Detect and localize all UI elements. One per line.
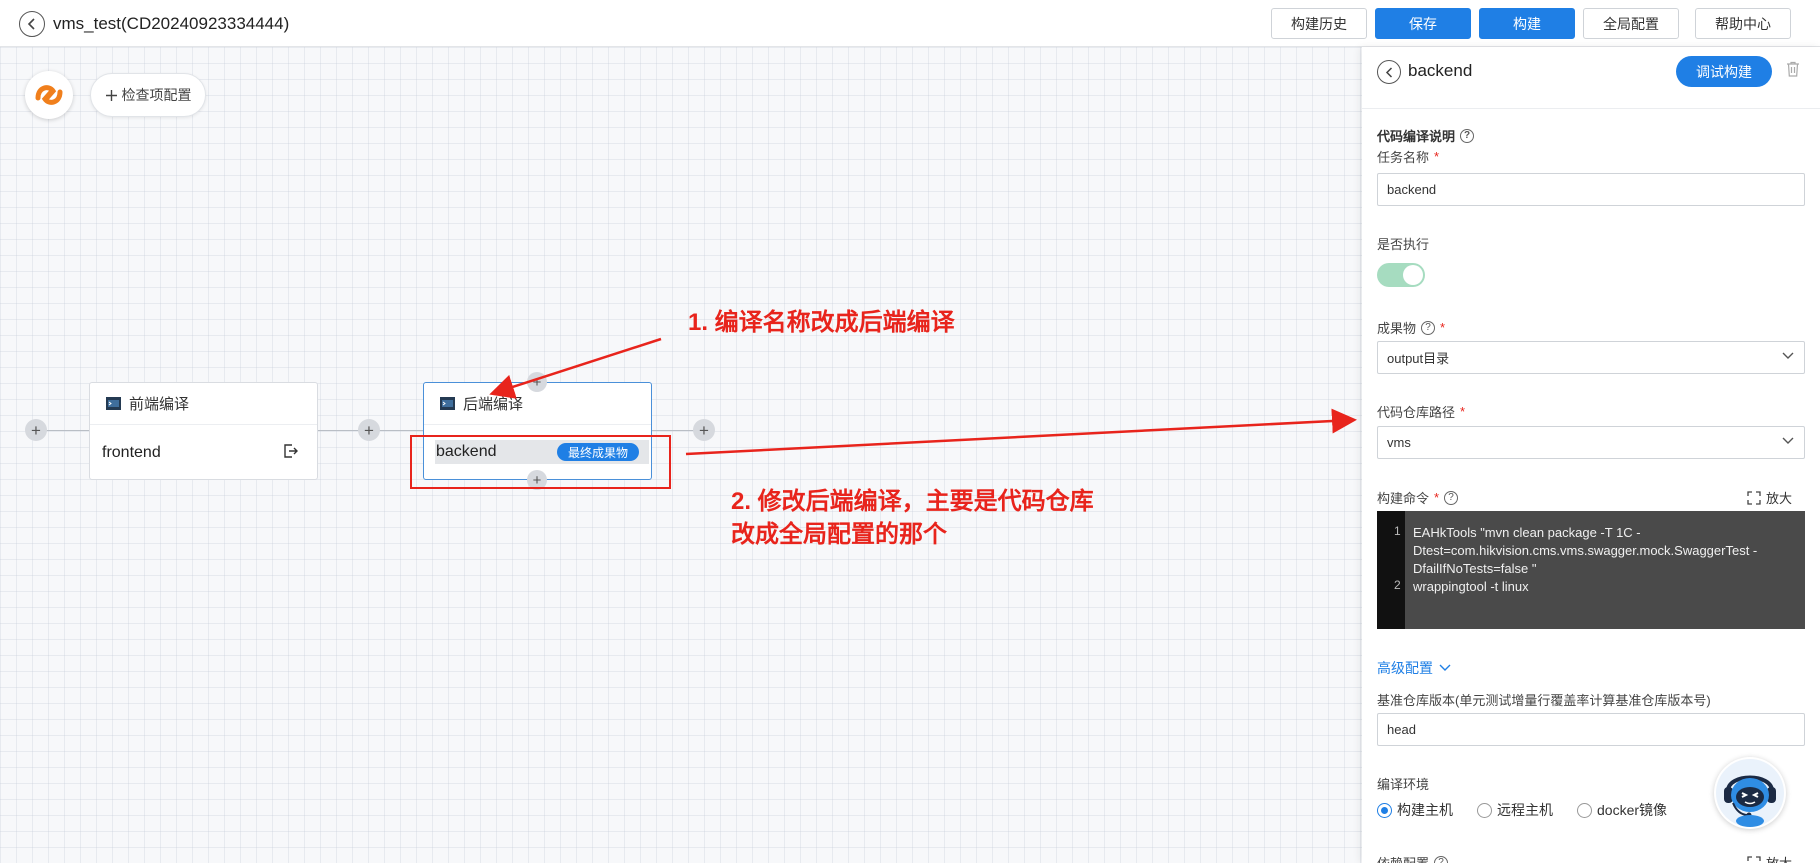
dependency-label: 依赖配置 ? bbox=[1377, 853, 1449, 863]
env-option-docker[interactable]: docker镜像 bbox=[1577, 800, 1667, 820]
trash-icon[interactable] bbox=[1786, 61, 1800, 77]
help-icon[interactable]: ? bbox=[1460, 128, 1475, 143]
required-mark: * bbox=[1440, 320, 1446, 335]
annotation-step-2-line-2: 改成全局配置的那个 bbox=[731, 521, 947, 548]
robot-assistant-icon bbox=[1716, 759, 1784, 827]
radio-indicator bbox=[1577, 802, 1592, 818]
expand-editor-button[interactable]: 放大 bbox=[1747, 488, 1792, 507]
execute-label: 是否执行 bbox=[1377, 237, 1430, 252]
execute-toggle[interactable] bbox=[1377, 263, 1425, 287]
env-option-build-host[interactable]: 构建主机 bbox=[1377, 800, 1453, 820]
advanced-config-label: 高级配置 bbox=[1377, 660, 1433, 676]
help-icon[interactable]: ? bbox=[1444, 490, 1459, 505]
dependency-label-text: 依赖配置 bbox=[1377, 853, 1429, 863]
help-icon[interactable]: ? bbox=[1434, 855, 1449, 863]
section-title-text: 代码编译说明 bbox=[1377, 129, 1456, 144]
radio-label: docker镜像 bbox=[1597, 802, 1668, 818]
annotation-arrow-2 bbox=[685, 408, 1357, 456]
required-mark: * bbox=[1460, 404, 1466, 419]
required-mark: * bbox=[1434, 149, 1440, 164]
help-icon[interactable]: ? bbox=[1421, 320, 1436, 335]
task-name-input[interactable] bbox=[1377, 173, 1805, 206]
base-repo-label: 基准仓库版本(单元测试增量行覆盖率计算基准仓库版本号) bbox=[1377, 693, 1711, 708]
build-command-label-text: 构建命令 bbox=[1377, 491, 1430, 506]
repo-path-label: 代码仓库路径 * bbox=[1377, 402, 1465, 421]
chevron-down-icon bbox=[1782, 437, 1794, 444]
panel-back-button[interactable] bbox=[1377, 60, 1401, 84]
radio-label: 构建主机 bbox=[1397, 802, 1453, 818]
panel-header: backend 调试构建 bbox=[1362, 47, 1820, 109]
expand-dependency-button[interactable]: 放大 bbox=[1747, 853, 1792, 863]
annotation-step-1: 1. 编译名称改成后端编译 bbox=[688, 309, 955, 336]
toggle-knob bbox=[1403, 265, 1423, 285]
radio-label: 远程主机 bbox=[1497, 802, 1553, 818]
line-number: 2 bbox=[1394, 578, 1401, 592]
annotation-arrow-1 bbox=[489, 337, 662, 399]
annotation-step-2-line-1: 2. 修改后端编译，主要是代码仓库 bbox=[731, 488, 1094, 515]
fullscreen-icon bbox=[1747, 490, 1761, 505]
line-number: 1 bbox=[1394, 524, 1401, 538]
code-line: EAHkTools "mvn clean package -T 1C -Dtes… bbox=[1413, 525, 1758, 576]
build-env-radio-group: 构建主机 远程主机 docker镜像 bbox=[1377, 800, 1667, 820]
build-command-label: 构建命令 * ? bbox=[1377, 488, 1459, 507]
chevron-down-icon bbox=[1782, 352, 1794, 359]
build-env-label: 编译环境 bbox=[1377, 777, 1430, 792]
job-config-panel: backend 调试构建 代码编译说明 ? 任务名称 * 是否执行 成果物 ? … bbox=[1362, 47, 1820, 863]
code-line: wrappingtool -t linux bbox=[1413, 579, 1529, 594]
repo-path-select-value: vms bbox=[1387, 435, 1411, 450]
expand-label: 放大 bbox=[1766, 853, 1792, 863]
build-command-editor[interactable]: 1 2 EAHkTools "mvn clean package -T 1C -… bbox=[1377, 511, 1805, 629]
task-name-label-text: 任务名称 bbox=[1377, 150, 1430, 165]
required-mark: * bbox=[1434, 490, 1440, 505]
debug-build-button[interactable]: 调试构建 bbox=[1676, 56, 1772, 87]
task-name-label: 任务名称 * bbox=[1377, 147, 1439, 166]
expand-label: 放大 bbox=[1766, 491, 1793, 506]
panel-title: backend bbox=[1408, 61, 1473, 80]
env-option-remote-host[interactable]: 远程主机 bbox=[1477, 800, 1553, 820]
advanced-config-toggle[interactable]: 高级配置 bbox=[1377, 658, 1451, 678]
artifact-label-text: 成果物 bbox=[1377, 321, 1417, 336]
chevron-down-icon bbox=[1439, 664, 1451, 671]
radio-indicator bbox=[1477, 802, 1492, 818]
repo-path-select[interactable]: vms bbox=[1377, 426, 1805, 459]
fullscreen-icon bbox=[1747, 855, 1761, 861]
artifact-select-value: output目录 bbox=[1387, 351, 1450, 366]
repo-path-label-text: 代码仓库路径 bbox=[1377, 405, 1456, 420]
base-repo-input[interactable] bbox=[1377, 713, 1805, 746]
artifact-label: 成果物 ? * bbox=[1377, 318, 1445, 337]
assistant-robot-button[interactable] bbox=[1714, 757, 1786, 829]
radio-indicator bbox=[1377, 802, 1392, 818]
artifact-select[interactable]: output目录 bbox=[1377, 341, 1805, 374]
section-title: 代码编译说明 ? bbox=[1377, 126, 1475, 145]
chevron-left-icon bbox=[1385, 66, 1392, 78]
